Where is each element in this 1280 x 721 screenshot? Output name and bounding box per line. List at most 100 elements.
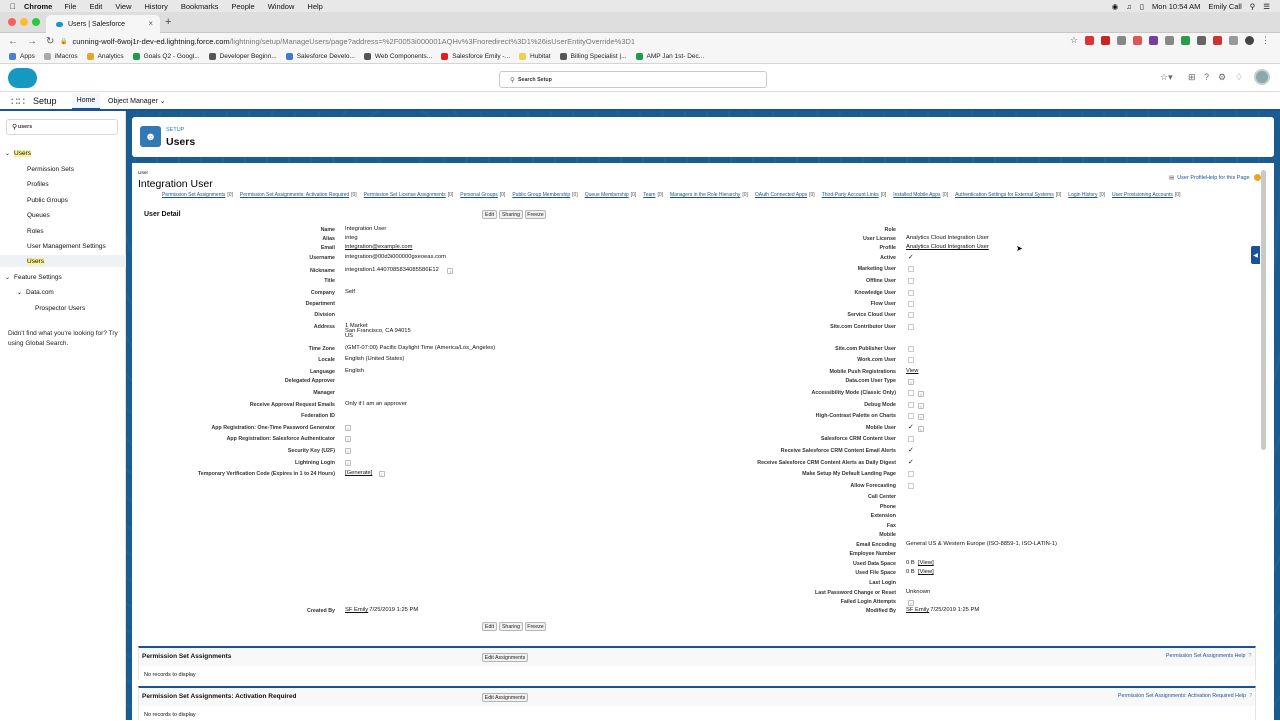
bookmark-star-icon[interactable]: ☆: [1070, 35, 1078, 46]
scrollbar[interactable]: [1261, 170, 1266, 450]
list-icon[interactable]: ☰: [1263, 2, 1270, 11]
edit-assignments-button[interactable]: Edit Assignments: [482, 653, 528, 662]
user-name[interactable]: Emily Call: [1208, 2, 1241, 11]
extension-icon[interactable]: [1101, 36, 1110, 45]
info-icon[interactable]: i: [918, 403, 924, 409]
menu-edit[interactable]: Edit: [89, 2, 102, 11]
minimize-window-button[interactable]: [20, 18, 28, 26]
freeze-button[interactable]: Freeze: [525, 210, 546, 219]
related-list-help-link[interactable]: Permission Set Assignments: Activation R…: [1118, 693, 1252, 699]
sidebar-item-data-com[interactable]: ⌄ Data.com: [0, 286, 126, 298]
field-value[interactable]: [Generate]: [345, 470, 372, 476]
modified-by-user[interactable]: SF Emily: [906, 607, 929, 613]
info-icon[interactable]: i: [908, 379, 914, 385]
info-icon[interactable]: i: [918, 391, 924, 397]
menu-view[interactable]: View: [115, 2, 131, 11]
related-list-link[interactable]: Permission Set Assignments: Activation R…: [240, 192, 349, 198]
app-launcher-icon[interactable]: ∷∷: [11, 95, 25, 108]
field-value[interactable]: Analytics Cloud Integration User: [906, 244, 989, 250]
related-list-link[interactable]: Login History: [1068, 192, 1097, 198]
quick-find-input[interactable]: ⚲ users: [6, 119, 118, 135]
info-icon[interactable]: i: [345, 460, 351, 466]
sidebar-item-prospector-users[interactable]: Prospector Users: [0, 302, 126, 314]
search-setup-input[interactable]: ⚲ Search Setup: [499, 71, 767, 88]
info-icon[interactable]: i: [345, 448, 351, 454]
menu-file[interactable]: File: [64, 2, 76, 11]
sidebar-item-profiles[interactable]: Profiles: [0, 178, 126, 190]
bookmark-item[interactable]: Salesforce Emily -...: [441, 53, 510, 60]
extension-icon[interactable]: [1149, 36, 1158, 45]
sidebar-item-permission-sets[interactable]: Permission Sets: [0, 163, 126, 175]
related-list-link[interactable]: Permission Set License Assignments: [364, 192, 446, 198]
volume-icon[interactable]: ♫: [1126, 2, 1132, 11]
edit-assignments-button[interactable]: Edit Assignments: [482, 693, 528, 702]
field-value[interactable]: integration@example.com: [345, 244, 412, 250]
tab-object-manager[interactable]: Object Manager ⌄: [108, 97, 166, 105]
related-list-link[interactable]: Third-Party Account Links: [822, 192, 879, 198]
menu-help[interactable]: Help: [307, 2, 322, 11]
wifi-icon[interactable]: ◉: [1112, 2, 1119, 11]
bookmark-item[interactable]: AMP Jan 1st- Dec...: [635, 53, 704, 60]
sharing-button[interactable]: Sharing: [499, 622, 523, 631]
battery-icon[interactable]: ▯: [1140, 2, 1144, 11]
related-list-link[interactable]: Authentication Settings for External Sys…: [955, 192, 1054, 198]
created-by-user[interactable]: SF Emily: [345, 607, 368, 613]
more-icon[interactable]: ⋮: [1261, 35, 1270, 46]
extension-icon[interactable]: [1085, 36, 1094, 45]
view-link[interactable]: [View]: [918, 569, 934, 575]
edit-button[interactable]: Edit: [482, 622, 497, 631]
menu-bookmarks[interactable]: Bookmarks: [181, 2, 219, 11]
freeze-button[interactable]: Freeze: [525, 622, 546, 631]
extension-icon[interactable]: [1133, 36, 1142, 45]
profile-icon[interactable]: [1245, 36, 1254, 45]
extension-icon[interactable]: [1229, 36, 1238, 45]
back-icon[interactable]: ←: [8, 36, 19, 47]
search-icon[interactable]: ⚲: [1250, 2, 1256, 11]
info-icon[interactable]: i: [379, 471, 385, 477]
related-list-link[interactable]: Team: [643, 192, 655, 198]
menu-history[interactable]: History: [145, 2, 168, 11]
forward-icon[interactable]: →: [27, 36, 38, 47]
bookmark-item[interactable]: Developer Beginn...: [208, 53, 277, 60]
sidebar-item-user-management-settings[interactable]: User Management Settings: [0, 240, 126, 252]
bookmark-item[interactable]: Salesforce Develo...: [285, 53, 355, 60]
sidebar-item-roles[interactable]: Roles: [0, 225, 126, 237]
related-list-link[interactable]: Installed Mobile Apps: [893, 192, 940, 198]
url-field[interactable]: 🔒 cunning-wolf-6woj1r-dev-ed.lightning.f…: [60, 35, 1050, 48]
new-tab-icon[interactable]: +: [165, 16, 171, 28]
extension-icon[interactable]: [1117, 36, 1126, 45]
favorites-icon[interactable]: ☆▾: [1160, 72, 1173, 83]
info-icon[interactable]: i: [447, 268, 454, 274]
related-list-help-link[interactable]: Permission Set Assignments Help?: [1166, 653, 1251, 659]
bookmark-item[interactable]: Apps: [9, 53, 35, 60]
salesforce-logo[interactable]: [8, 68, 37, 88]
close-window-button[interactable]: [8, 18, 16, 26]
related-list-link[interactable]: Queue Membership: [585, 192, 629, 198]
info-icon[interactable]: i: [345, 425, 351, 431]
menu-window[interactable]: Window: [268, 2, 295, 11]
info-icon[interactable]: i: [918, 426, 924, 432]
gear-icon[interactable]: ⚙: [1218, 72, 1226, 83]
extension-icon[interactable]: [1181, 36, 1190, 45]
related-list-link[interactable]: User Provisioning Accounts: [1112, 192, 1173, 198]
browser-tab[interactable]: Users | Salesforce ×: [46, 15, 160, 33]
bookmark-item[interactable]: iMacros: [43, 53, 78, 60]
avatar[interactable]: [1254, 69, 1270, 85]
bookmark-item[interactable]: Hubitat: [519, 53, 551, 60]
extension-icon[interactable]: [1165, 36, 1174, 45]
bookmark-item[interactable]: Goals Q2 - Googl...: [132, 53, 200, 60]
related-list-link[interactable]: Public Group Membership: [512, 192, 570, 198]
extension-icon[interactable]: [1213, 36, 1222, 45]
edit-button[interactable]: Edit: [482, 210, 497, 219]
bookmark-item[interactable]: Analytics: [86, 53, 124, 60]
bell-icon[interactable]: ♢: [1235, 72, 1243, 83]
related-list-link[interactable]: Managers in the Role Hierarchy: [670, 192, 740, 198]
view-link[interactable]: [View]: [918, 560, 934, 566]
sidebar-item-feature-settings[interactable]: ⌄ Feature Settings: [0, 271, 126, 283]
field-value[interactable]: View: [906, 368, 918, 374]
help-for-page-link[interactable]: ▤ User Profile Help for this Page: [1169, 174, 1261, 181]
clock[interactable]: Mon 10:54 AM: [1152, 2, 1200, 11]
close-tab-icon[interactable]: ×: [148, 19, 153, 28]
add-icon[interactable]: ⊞: [1188, 72, 1196, 83]
sidebar-item-public-groups[interactable]: Public Groups: [0, 194, 126, 206]
